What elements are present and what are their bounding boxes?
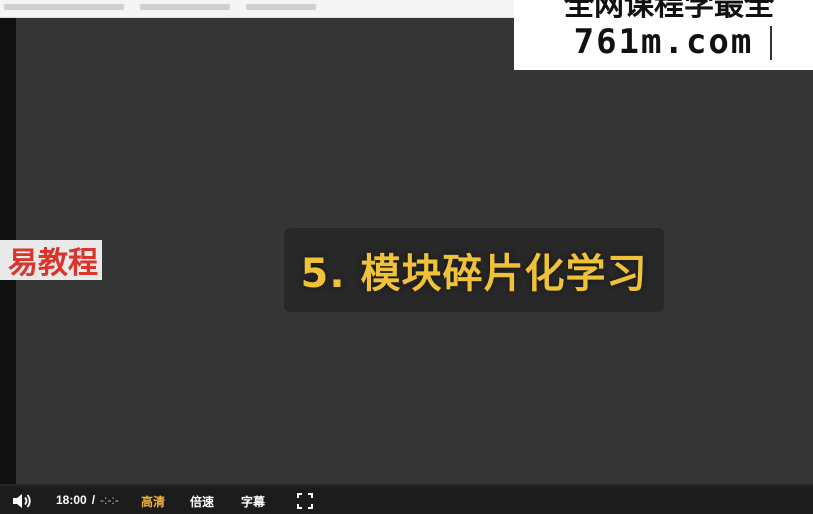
speaker-icon[interactable] [10, 491, 34, 511]
video-frame[interactable]: 5. 模块碎片化学习 [16, 18, 813, 484]
quality-button[interactable]: 高清 [141, 493, 165, 510]
time-separator: / [91, 493, 96, 507]
video-player[interactable]: 5. 模块碎片化学习 易教程 [0, 18, 813, 514]
watermark-left: 易教程 [0, 240, 102, 280]
blurred-text [140, 4, 230, 10]
speed-button[interactable]: 倍速 [190, 493, 214, 510]
watermark-right-top-text: 全网课程学最全 [564, 0, 774, 23]
fullscreen-icon[interactable] [297, 493, 313, 509]
watermark-right-bottom-text: 761m.com [573, 22, 754, 62]
blurred-text [246, 4, 316, 10]
watermark-right: 全网课程学最全 761m.com [514, 0, 813, 70]
watermark-left-text: 易教程 [8, 246, 98, 280]
player-controls: 18:00 / -:-:- 高清 倍速 字幕 [0, 486, 813, 514]
slide-title-box: 5. 模块碎片化学习 [284, 228, 664, 312]
current-time: 18:00 [56, 493, 87, 507]
slide-title: 5. 模块碎片化学习 [300, 251, 648, 297]
time-display: 18:00 / -:-:- [56, 493, 119, 507]
text-cursor [770, 26, 772, 60]
duration: -:-:- [100, 493, 119, 507]
subtitle-button[interactable]: 字幕 [241, 493, 265, 510]
blurred-text [4, 4, 124, 10]
